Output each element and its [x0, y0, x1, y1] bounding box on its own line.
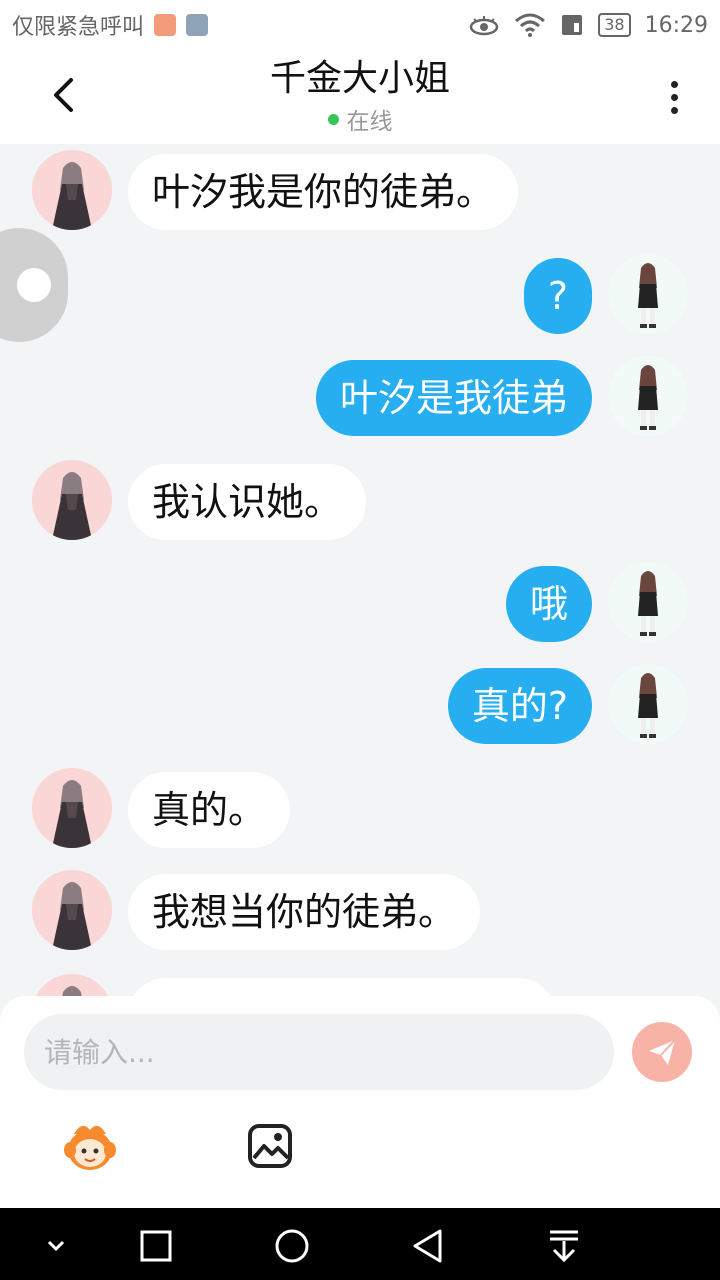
contact-avatar[interactable]	[32, 150, 112, 230]
self-avatar[interactable]	[608, 664, 688, 744]
contact-avatar[interactable]	[32, 768, 112, 848]
outgoing-message-bubble[interactable]: 哦	[505, 566, 592, 642]
online-status-text: 在线	[346, 109, 393, 135]
chevron-left-icon	[54, 78, 73, 112]
outgoing-message-bubble[interactable]: 真的?	[447, 668, 592, 744]
more-dot	[670, 93, 678, 101]
paper-plane-icon	[649, 1039, 676, 1065]
message-row: 我想当你的徒弟。	[0, 870, 720, 950]
message-row: 真的?	[0, 664, 720, 744]
screen-record-icon	[154, 14, 177, 36]
back-button[interactable]	[40, 72, 86, 118]
emoji-button[interactable]	[62, 1120, 118, 1172]
online-status: 在线	[160, 102, 560, 136]
self-avatar[interactable]	[608, 254, 688, 334]
nav-notification-button[interactable]	[544, 1226, 584, 1266]
message-row: 叶汐是我徒弟	[0, 356, 720, 436]
message-input-wrapper	[24, 1014, 614, 1090]
title-block: 千金大小姐 在线	[160, 56, 560, 136]
battery-indicator: 38	[598, 13, 631, 37]
triangle-back-icon	[413, 1229, 442, 1263]
image-icon	[248, 1124, 292, 1168]
contact-avatar[interactable]	[32, 870, 112, 950]
outgoing-message-bubble[interactable]: 叶汐是我徒弟	[315, 360, 592, 436]
contact-name: 千金大小姐	[269, 58, 450, 99]
message-row: 真的。	[0, 768, 720, 848]
send-button[interactable]	[632, 1022, 692, 1082]
incoming-message-bubble[interactable]: 叶汐我是你的徒弟。	[128, 154, 519, 230]
chevron-down-icon	[47, 1240, 65, 1252]
input-panel	[0, 996, 720, 1208]
circle-icon	[275, 1229, 309, 1263]
wifi-icon	[515, 13, 546, 37]
nav-recents-button[interactable]	[136, 1226, 176, 1266]
self-avatar[interactable]	[608, 356, 688, 436]
cartoon-emoji-icon	[64, 1125, 116, 1170]
message-row: 我认识她。	[0, 460, 720, 540]
incoming-message-bubble[interactable]: 我想当你的徒弟。	[128, 874, 481, 950]
more-vertical-icon	[670, 80, 678, 88]
message-row: 叶汐我是你的徒弟。	[0, 150, 720, 230]
more-dot	[670, 106, 678, 114]
contact-avatar[interactable]	[32, 460, 112, 540]
system-nav-bar	[0, 1208, 720, 1280]
outgoing-message-bubble[interactable]: ?	[523, 258, 592, 334]
self-avatar[interactable]	[608, 562, 688, 642]
eye-icon	[469, 16, 499, 36]
incoming-message-bubble[interactable]: 真的。	[128, 772, 291, 848]
carrier-text: 仅限紧急呼叫	[12, 15, 145, 40]
online-dot-icon	[327, 113, 339, 125]
message-input[interactable]	[24, 1014, 614, 1090]
nav-collapse-button[interactable]	[36, 1226, 76, 1266]
image-picker-button[interactable]	[246, 1122, 294, 1170]
chat-header: 千金大小姐 在线	[0, 50, 720, 144]
clock: 16:29	[644, 12, 708, 38]
floating-ball-core	[17, 268, 51, 302]
status-bar: 仅限紧急呼叫 38 16:29	[0, 0, 720, 50]
square-icon	[140, 1230, 172, 1262]
sim-icon	[562, 15, 583, 35]
chat-message-list[interactable]: 叶汐我是你的徒弟。?叶汐是我徒弟我认识她。哦真的?真的。我想当你的徒弟。他说他叫…	[0, 144, 720, 1000]
incoming-message-bubble[interactable]: 我认识她。	[128, 464, 367, 540]
gallery-icon	[186, 14, 209, 36]
nav-home-button[interactable]	[272, 1226, 312, 1266]
nav-back-button[interactable]	[408, 1226, 448, 1266]
message-row: ?	[0, 254, 720, 334]
message-row: 哦	[0, 562, 720, 642]
pull-down-icon	[550, 1230, 578, 1263]
more-options-button[interactable]	[656, 74, 692, 120]
